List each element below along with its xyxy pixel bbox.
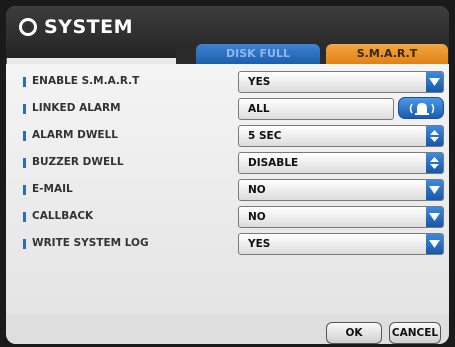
buzzer-dwell-spinner[interactable]: DISABLE (238, 152, 444, 174)
gear-icon (18, 17, 38, 37)
alarm-dwell-label: ALARM DWELL (32, 129, 118, 141)
email-label: E-MAIL (32, 183, 73, 195)
tab-disk-full[interactable]: DISK FULL (196, 44, 320, 64)
enable-smart-label: ENABLE S.M.A.R.T (32, 75, 140, 87)
linked-alarm-label: LINKED ALARM (32, 102, 121, 114)
system-dialog: SYSTEM DISK FULL S.M.A.R.T ENABLE S.M.A.… (6, 6, 449, 344)
chevron-down-icon[interactable] (426, 180, 443, 200)
row-email: E-MAIL NO (6, 178, 449, 202)
row-bullet (23, 77, 26, 87)
chevron-down-icon[interactable] (426, 234, 443, 254)
enable-smart-dropdown[interactable]: YES (238, 71, 444, 93)
row-bullet (23, 131, 26, 141)
write-system-log-value: YES (248, 238, 271, 250)
write-system-log-label: WRITE SYSTEM LOG (32, 237, 149, 249)
alarm-dwell-value: 5 SEC (248, 130, 282, 142)
row-linked-alarm: LINKED ALARM ALL (6, 97, 449, 121)
row-alarm-dwell: ALARM DWELL 5 SEC (6, 124, 449, 148)
callback-label: CALLBACK (32, 210, 94, 222)
write-system-log-dropdown[interactable]: YES (238, 233, 444, 255)
linked-alarm-value: ALL (248, 103, 270, 115)
email-dropdown[interactable]: NO (238, 179, 444, 201)
dialog-footer (6, 314, 449, 344)
row-bullet (23, 212, 26, 222)
alarm-dwell-spinner[interactable]: 5 SEC (238, 125, 444, 147)
linked-alarm-field[interactable]: ALL (238, 98, 394, 120)
up-down-arrows-icon[interactable] (426, 153, 443, 173)
row-bullet (23, 239, 26, 249)
buzzer-dwell-value: DISABLE (248, 157, 299, 169)
callback-dropdown[interactable]: NO (238, 206, 444, 228)
row-buzzer-dwell: BUZZER DWELL DISABLE (6, 151, 449, 175)
row-bullet (23, 185, 26, 195)
up-down-arrows-icon[interactable] (426, 126, 443, 146)
row-bullet (23, 158, 26, 168)
window-title: SYSTEM (44, 16, 133, 38)
row-write-system-log: WRITE SYSTEM LOG YES (6, 232, 449, 256)
cancel-button[interactable]: CANCEL (389, 322, 441, 344)
row-bullet (23, 104, 26, 114)
tab-smart[interactable]: S.M.A.R.T (326, 44, 448, 64)
chevron-down-icon[interactable] (426, 207, 443, 227)
alarm-select-button[interactable] (398, 97, 444, 119)
email-value: NO (248, 184, 266, 196)
settings-panel: ENABLE S.M.A.R.T YES LINKED ALARM ALL AL… (6, 64, 449, 314)
callback-value: NO (248, 211, 266, 223)
chevron-down-icon[interactable] (426, 72, 443, 92)
enable-smart-value: YES (248, 76, 271, 88)
buzzer-dwell-label: BUZZER DWELL (32, 156, 124, 168)
row-callback: CALLBACK NO (6, 205, 449, 229)
ok-button[interactable]: OK (326, 322, 382, 344)
row-enable-smart: ENABLE S.M.A.R.T YES (6, 70, 449, 94)
